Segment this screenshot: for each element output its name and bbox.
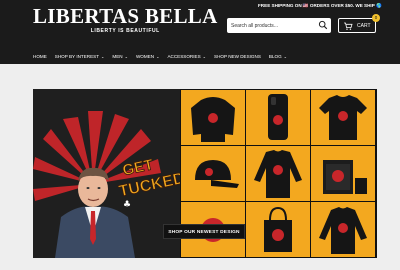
chevron-down-icon: ⌄ [124,53,128,59]
product-sweatshirt[interactable] [311,202,375,257]
nav-item-shop-new-designs[interactable]: SHOP NEW DESIGNS [214,52,261,60]
nav-item-men[interactable]: MEN ⌄ [112,52,128,60]
nav-item-blog[interactable]: BLOG ⌄ [269,52,287,60]
nav-item-shop-by-interest[interactable]: SHOP BY INTEREST ⌄ [55,52,105,60]
search-input[interactable] [231,21,317,30]
chevron-down-icon: ⌄ [202,53,206,59]
nav-item-label: BLOG [268,53,282,59]
logo[interactable]: LIBERTAS BELLA LIBERTY IS BEAUTIFUL [33,4,218,34]
product-tshirt[interactable] [311,90,375,145]
logo-text: LIBERTAS BELLA [33,4,218,28]
svg-text:♣: ♣ [123,200,131,210]
chevron-down-icon: ⌄ [156,53,160,59]
cart-count-badge: 0 [372,14,380,22]
product-tote-bag[interactable] [246,202,310,257]
product-phone-case[interactable] [246,90,310,145]
nav-item-label: MEN [112,53,123,59]
main-nav: HOME SHOP BY INTEREST ⌄ MEN ⌄ WOMEN ⌄ ACCES… [33,52,295,60]
nav-item-label: SHOP BY INTEREST [54,53,100,59]
nav-item-label: SHOP NEW DESIGNS [214,53,261,59]
cart-label: CART [357,23,371,29]
nav-item-label: WOMEN [135,53,155,59]
hero-illustration: GET TUCKED! ♣ [33,89,180,258]
nav-item-label: ACCESSORIES [167,53,201,59]
search-icon[interactable] [318,20,328,30]
product-gift-box[interactable] [311,146,375,201]
cart-button[interactable]: CART 0 [338,14,380,33]
site-header: LIBERTAS BELLA LIBERTY IS BEAUTIFUL FREE… [0,0,400,64]
search-box [227,18,331,33]
hero-headline-get: GET [121,156,155,179]
promo-bar: FREE SHIPPING ON 🇺🇸 ORDERS OVER $50. WE … [258,3,382,8]
product-long-sleeve[interactable] [246,146,310,201]
logo-tagline: LIBERTY IS BEAUTIFUL [90,28,160,34]
nav-item-label: HOME [33,53,47,59]
product-hoodie[interactable] [181,90,245,145]
shop-newest-design-button[interactable]: SHOP OUR NEWEST DESIGN [163,224,245,239]
chevron-down-icon: ⌄ [101,53,105,59]
cart-icon [344,22,353,30]
chevron-down-icon: ⌄ [283,53,288,59]
nav-item-home[interactable]: HOME [33,52,47,60]
nav-item-accessories[interactable]: ACCESSORIES ⌄ [167,52,206,60]
nav-item-women[interactable]: WOMEN ⌄ [136,52,159,60]
product-cap[interactable] [181,146,245,201]
